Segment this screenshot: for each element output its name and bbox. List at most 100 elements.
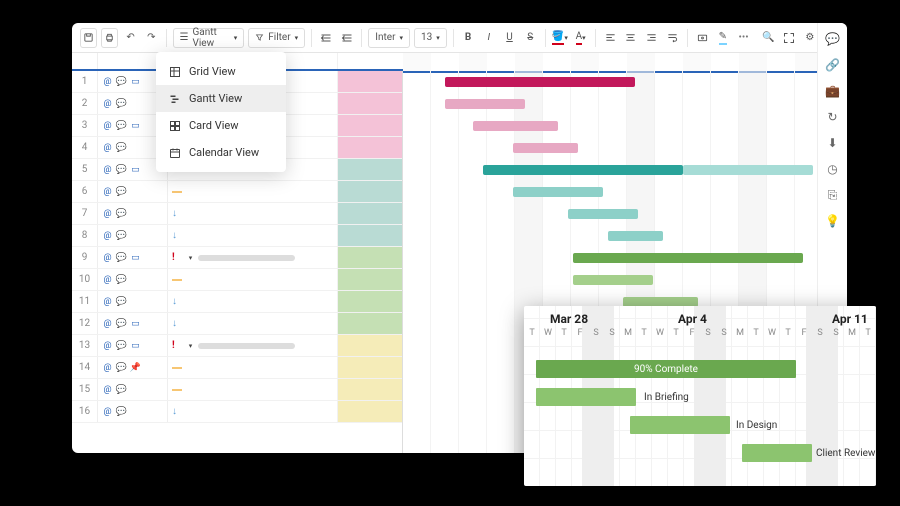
bubble-icon[interactable]: 💬: [116, 164, 127, 175]
zoom-out-button[interactable]: [781, 28, 798, 48]
at-icon[interactable]: @: [102, 296, 113, 307]
italic-button[interactable]: I: [480, 28, 497, 48]
at-icon[interactable]: @: [102, 142, 113, 153]
outdent-button[interactable]: [318, 28, 335, 48]
highlight-button[interactable]: ✎: [714, 28, 731, 48]
gantt-bar[interactable]: [445, 77, 635, 87]
bar-label: Client Review: [816, 448, 875, 459]
bubble-icon[interactable]: 💬: [116, 120, 127, 131]
gantt-bar[interactable]: [445, 99, 525, 109]
dropdown-item-grid[interactable]: Grid View: [156, 58, 286, 85]
bubble-icon[interactable]: 💬: [116, 318, 127, 329]
dropdown-item-gantt[interactable]: Gantt View: [156, 85, 286, 112]
at-icon[interactable]: @: [102, 208, 113, 219]
save-button[interactable]: [80, 28, 97, 48]
at-icon[interactable]: @: [102, 164, 113, 175]
gantt-bar[interactable]: [573, 275, 653, 285]
gantt-bar[interactable]: [630, 416, 730, 434]
fill-color-button[interactable]: 🪣▾: [551, 28, 568, 48]
at-icon[interactable]: @: [102, 384, 113, 395]
bubble-icon[interactable]: 💬: [116, 76, 127, 87]
toolbar: ↶ ↷ ☰Gantt View▾ Filter▾ Inter▾ 13▾ B I …: [72, 23, 847, 53]
at-icon[interactable]: @: [102, 340, 113, 351]
settings-button[interactable]: ⚙: [801, 28, 818, 48]
bar-label: In Design: [736, 420, 777, 431]
refresh-icon[interactable]: ↻: [823, 107, 843, 127]
gantt-bar[interactable]: [483, 165, 683, 175]
bubble-icon[interactable]: 💬: [116, 384, 127, 395]
bubble-icon[interactable]: 💬: [116, 230, 127, 241]
at-icon[interactable]: @: [102, 406, 113, 417]
align-left-button[interactable]: [602, 28, 619, 48]
at-icon[interactable]: @: [102, 274, 113, 285]
lightbulb-icon[interactable]: 💡: [823, 211, 843, 231]
briefcase-icon[interactable]: 💼: [823, 81, 843, 101]
at-icon[interactable]: @: [102, 186, 113, 197]
card-icon[interactable]: ▭: [130, 76, 141, 87]
attachment-icon[interactable]: 🔗: [823, 55, 843, 75]
date-label: Apr 11: [832, 312, 868, 326]
search-button[interactable]: 🔍: [760, 28, 777, 48]
bubble-icon[interactable]: 💬: [116, 296, 127, 307]
gantt-bar[interactable]: [513, 143, 578, 153]
gantt-bar[interactable]: [573, 253, 803, 263]
gantt-bar[interactable]: [608, 231, 663, 241]
view-dropdown: Grid View Gantt View Card View Calendar …: [156, 52, 286, 172]
align-center-button[interactable]: [623, 28, 640, 48]
overflow-button[interactable]: •••: [735, 28, 752, 48]
bubble-icon[interactable]: 💬: [116, 340, 127, 351]
dropdown-item-card[interactable]: Card View: [156, 112, 286, 139]
gantt-zoom-inset: Mar 28Apr 4Apr 11 TWTFSSMTWTFSSMTWTFSSMT…: [524, 306, 876, 486]
gantt-bar[interactable]: [536, 388, 636, 406]
bubble-icon[interactable]: 💬: [116, 252, 127, 263]
gantt-bar[interactable]: [513, 187, 603, 197]
gantt-bar[interactable]: [683, 165, 813, 175]
bubble-icon[interactable]: 💬: [116, 274, 127, 285]
gantt-bar[interactable]: [568, 209, 638, 219]
bubble-icon[interactable]: 💬: [116, 142, 127, 153]
print-button[interactable]: [101, 28, 118, 48]
strike-button[interactable]: S: [522, 28, 539, 48]
at-icon[interactable]: @: [102, 230, 113, 241]
wrap-button[interactable]: [664, 28, 681, 48]
card-icon[interactable]: ▭: [130, 120, 141, 131]
bold-button[interactable]: B: [460, 28, 477, 48]
underline-button[interactable]: U: [501, 28, 518, 48]
gantt-bar[interactable]: [473, 121, 558, 131]
gantt-bar[interactable]: [742, 444, 812, 462]
card-icon[interactable]: ▭: [130, 340, 141, 351]
undo-button[interactable]: ↶: [122, 28, 139, 48]
download-icon[interactable]: ⬇: [823, 133, 843, 153]
bubble-icon[interactable]: 💬: [116, 362, 127, 373]
clock-icon[interactable]: ◷: [823, 159, 843, 179]
text-color-button[interactable]: A▾: [572, 28, 589, 48]
dropdown-item-calendar[interactable]: Calendar View: [156, 139, 286, 166]
card-icon[interactable]: ▭: [130, 318, 141, 329]
font-size-select[interactable]: 13▾: [414, 28, 447, 48]
bubble-icon[interactable]: 💬: [116, 186, 127, 197]
filter-button[interactable]: Filter▾: [248, 28, 305, 48]
indent-button[interactable]: [339, 28, 356, 48]
comments-icon[interactable]: 💬: [823, 29, 843, 49]
font-family-select[interactable]: Inter▾: [368, 28, 410, 48]
view-selector[interactable]: ☰Gantt View▾: [173, 28, 245, 48]
at-icon[interactable]: @: [102, 362, 113, 373]
bar-label: In Briefing: [644, 392, 689, 403]
at-icon[interactable]: @: [102, 252, 113, 263]
at-icon[interactable]: @: [102, 98, 113, 109]
pin-icon[interactable]: 📌: [130, 362, 141, 373]
card-icon[interactable]: ▭: [130, 252, 141, 263]
currency-button[interactable]: [694, 28, 711, 48]
align-right-button[interactable]: [643, 28, 660, 48]
at-icon[interactable]: @: [102, 76, 113, 87]
export-icon[interactable]: ⎘: [823, 185, 843, 205]
gantt-bar[interactable]: 90% Complete: [536, 360, 796, 378]
bubble-icon[interactable]: 💬: [116, 98, 127, 109]
at-icon[interactable]: @: [102, 318, 113, 329]
card-icon[interactable]: ▭: [130, 164, 141, 175]
redo-button[interactable]: ↷: [143, 28, 160, 48]
date-label: Apr 4: [678, 312, 707, 326]
bubble-icon[interactable]: 💬: [116, 208, 127, 219]
at-icon[interactable]: @: [102, 120, 113, 131]
bubble-icon[interactable]: 💬: [116, 406, 127, 417]
